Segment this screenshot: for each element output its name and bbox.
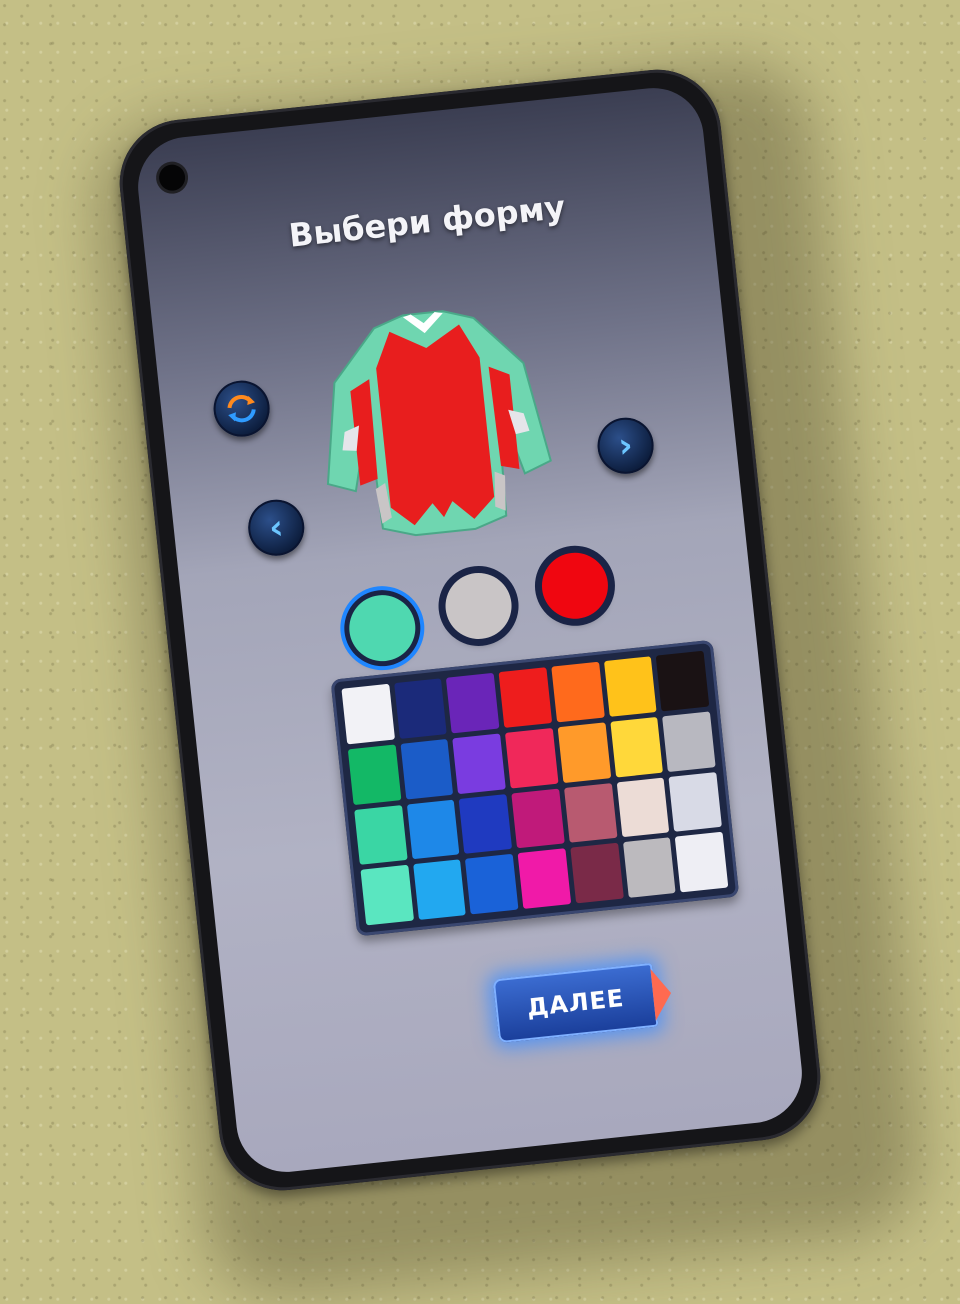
- front-camera: [157, 163, 187, 192]
- prev-glyph: ‹: [267, 507, 286, 549]
- palette-cell[interactable]: [668, 771, 722, 832]
- palette-cell[interactable]: [465, 854, 519, 915]
- palette-cell[interactable]: [400, 738, 454, 800]
- tertiary-color-swatch[interactable]: [538, 549, 612, 623]
- palette-cell[interactable]: [458, 793, 513, 855]
- next-button[interactable]: ДАЛЕЕ: [492, 962, 674, 1044]
- chevron-right-icon[interactable]: ›: [594, 414, 657, 477]
- secondary-color-swatch[interactable]: [442, 569, 515, 643]
- palette-cell[interactable]: [393, 678, 448, 739]
- palette-cell[interactable]: [412, 859, 467, 920]
- palette-cell[interactable]: [655, 650, 710, 712]
- color-palette: [330, 639, 740, 937]
- palette-cell[interactable]: [551, 661, 605, 723]
- palette-cell[interactable]: [341, 683, 395, 745]
- primary-color-swatch[interactable]: [346, 591, 419, 665]
- palette-cell[interactable]: [354, 804, 408, 866]
- next-button-arrow: [650, 967, 674, 1021]
- palette-cell[interactable]: [452, 733, 506, 794]
- next-button-label: ДАЛЕЕ: [525, 983, 626, 1023]
- palette-cell[interactable]: [360, 865, 414, 926]
- palette-cell[interactable]: [511, 788, 565, 849]
- palette-cell[interactable]: [609, 716, 664, 778]
- swap-arrows-icon[interactable]: [210, 377, 273, 440]
- palette-cell[interactable]: [406, 799, 460, 860]
- game-screen: Выбери форму ‹ › ДАЛЕЕ: [133, 83, 807, 1177]
- palette-cell[interactable]: [622, 837, 676, 898]
- page-title: Выбери форму: [287, 187, 568, 255]
- palette-cell[interactable]: [616, 777, 670, 838]
- palette-cell[interactable]: [603, 656, 657, 717]
- palette-cell[interactable]: [505, 727, 559, 789]
- palette-cell[interactable]: [570, 842, 624, 904]
- palette-cell[interactable]: [498, 667, 552, 728]
- palette-cell[interactable]: [563, 782, 618, 844]
- jersey-preview: [326, 310, 552, 537]
- chevron-left-icon[interactable]: ‹: [245, 496, 308, 559]
- swap-arrows-glyph: [227, 394, 256, 423]
- next-glyph: ›: [616, 425, 635, 467]
- palette-cell[interactable]: [347, 744, 402, 805]
- palette-cell[interactable]: [675, 831, 729, 893]
- palette-cell[interactable]: [517, 848, 572, 909]
- phone: Выбери форму ‹ › ДАЛЕЕ: [113, 63, 827, 1197]
- palette-cell[interactable]: [446, 672, 500, 734]
- palette-cell[interactable]: [557, 722, 611, 783]
- palette-cell[interactable]: [662, 711, 716, 772]
